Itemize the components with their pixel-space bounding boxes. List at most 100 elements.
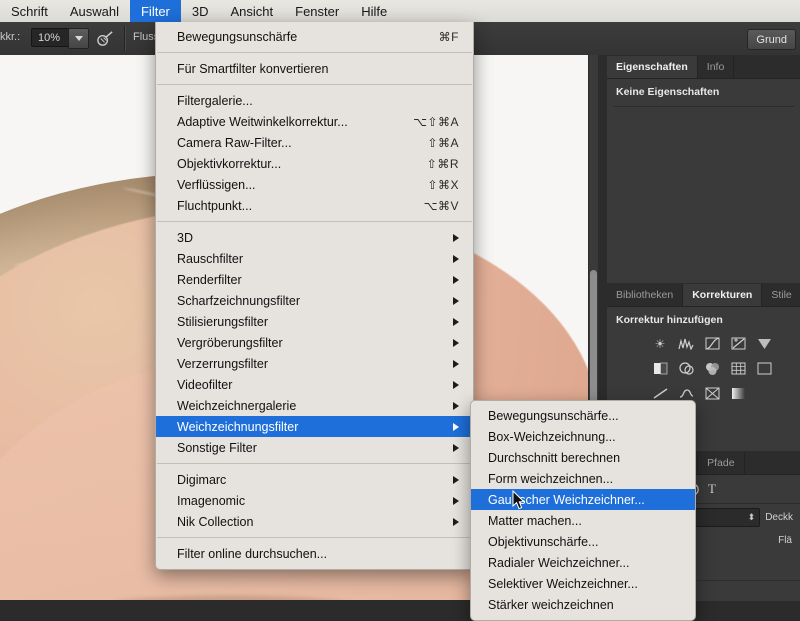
threshold-icon[interactable] [728,385,748,402]
black-white-icon[interactable] [702,360,722,377]
airbrush-icon[interactable] [96,29,115,48]
tab-pfade[interactable]: Pfade [698,452,745,474]
properties-empty-message: Keine Eigenschaften [616,86,720,98]
menubar-item-label: Ansicht [230,3,274,19]
submenu-item-matter-machen[interactable]: Matter machen... [471,510,695,531]
menu-item-scharfzeichnungsfilter[interactable]: Scharfzeichnungsfilter [156,290,473,311]
menu-item-fuer-smartfilter-konvertieren[interactable]: Für Smartfilter konvertieren [156,58,473,79]
menubar-item-label: 3D [191,3,209,19]
submenu-item-box-weichzeichnung[interactable]: Box-Weichzeichnung... [471,426,695,447]
menubar-item-auswahl[interactable]: Auswahl [59,0,130,22]
menu-item-adaptive-weitwinkelkorrektur[interactable]: Adaptive Weitwinkelkorrektur... ⌥⇧⌘A [156,111,473,132]
submenu-arrow-icon [453,401,459,410]
brightness-icon[interactable]: ☀ [650,335,670,352]
panel-divider [613,106,794,107]
menu-item-shortcut: ⇧⌘R [426,156,459,171]
menu-item-label: 3D [177,230,193,245]
menu-item-digimarc[interactable]: Digimarc [156,469,473,490]
menu-item-label: Verzerrungsfilter [177,356,269,371]
gradient-map-icon[interactable] [754,385,774,402]
channel-mixer-icon[interactable] [754,360,774,377]
submenu-item-objektivunschaerfe[interactable]: Objektivunschärfe... [471,531,695,552]
adjustments-tabstrip: Bibliotheken Korrekturen Stile [607,283,800,307]
submenu-item-staerker-weichzeichnen[interactable]: Stärker weichzeichnen [471,594,695,615]
menu-item-label: Videofilter [177,377,233,392]
posterize-icon[interactable] [702,385,722,402]
menu-item-rauschfilter[interactable]: Rauschfilter [156,248,473,269]
menu-item-videofilter[interactable]: Videofilter [156,374,473,395]
menubar-item-label: Filter [140,3,170,19]
submenu-item-label: Selektiver Weichzeichner... [488,576,638,591]
menu-item-weichzeichnergalerie[interactable]: Weichzeichnergalerie [156,395,473,416]
menubar-item-label: Hilfe [361,3,388,19]
menu-item-filter-online-durchsuchen[interactable]: Filter online durchsuchen... [156,543,473,564]
submenu-item-label: Box-Weichzeichnung... [488,429,616,444]
menu-item-filtergalerie[interactable]: Filtergalerie... [156,90,473,111]
menu-item-imagenomic[interactable]: Imagenomic [156,490,473,511]
hue-saturation-icon[interactable] [650,360,670,377]
tab-stile[interactable]: Stile [762,284,800,306]
macos-menubar: Schrift Auswahl Filter 3D Ansicht Fenste… [0,0,800,23]
vibrance-icon[interactable] [754,335,774,352]
menu-item-label: Scharfzeichnungsfilter [177,293,300,308]
exposure-icon[interactable] [728,335,748,352]
submenu-item-label: Matter machen... [488,513,582,528]
submenu-item-radialer-weichzeichner[interactable]: Radialer Weichzeichner... [471,552,695,573]
menubar-item-3d[interactable]: 3D [181,0,220,22]
submenu-item-durchschnitt-berechnen[interactable]: Durchschnitt berechnen [471,447,695,468]
menubar-item-label: Fenster [295,3,340,19]
menu-item-label: Filtergalerie... [177,93,253,108]
properties-panel: Eigenschaften Info Keine Eigenschaften [607,55,800,284]
menu-item-verfluessigen[interactable]: Verflüssigen... ⇧⌘X [156,174,473,195]
opacity-dropdown-arrow[interactable] [68,28,89,49]
menu-item-weichzeichnungsfilter[interactable]: Weichzeichnungsfilter [156,416,473,437]
menu-item-label: Weichzeichnergalerie [177,398,297,413]
filter-dropdown-menu[interactable]: Bewegungsunschärfe ⌘F Für Smartfilter ko… [155,22,474,570]
menubar-item-schrift[interactable]: Schrift [0,0,59,22]
submenu-arrow-icon [453,422,459,431]
menu-item-shortcut: ⌥⌘V [423,198,459,213]
text-layer-filter-icon[interactable]: T [708,481,716,497]
levels-icon[interactable] [676,335,696,352]
tab-korrekturen[interactable]: Korrekturen [683,284,763,306]
tab-bibliotheken[interactable]: Bibliotheken [607,284,684,306]
menu-item-label: Bewegungsunschärfe [177,29,298,44]
photo-filter-icon[interactable] [728,360,748,377]
mouse-cursor [512,489,525,510]
menubar-item-fenster[interactable]: Fenster [284,0,350,22]
submenu-item-selektiver-weichzeichner[interactable]: Selektiver Weichzeichner... [471,573,695,594]
menu-item-nik-collection[interactable]: Nik Collection [156,511,473,532]
menu-item-renderfilter[interactable]: Renderfilter [156,269,473,290]
curves-icon[interactable] [702,335,722,352]
menu-item-fluchtpunkt[interactable]: Fluchtpunkt... ⌥⌘V [156,195,473,216]
menu-item-camera-raw-filter[interactable]: Camera Raw-Filter... ⇧⌘A [156,132,473,153]
tab-info[interactable]: Info [697,56,735,78]
menu-item-label: Renderfilter [177,272,242,287]
menubar-item-filter[interactable]: Filter [129,0,181,22]
menu-item-sonstige-filter[interactable]: Sonstige Filter [156,437,473,458]
menu-item-bewegungsunschaerfe[interactable]: Bewegungsunschärfe ⌘F [156,26,473,47]
menubar-item-hilfe[interactable]: Hilfe [350,0,398,22]
submenu-item-label: Form weichzeichnen... [488,471,614,486]
menu-separator [157,463,472,464]
menubar-item-ansicht[interactable]: Ansicht [220,0,285,22]
menu-item-shortcut: ⇧⌘X [427,177,459,192]
weichzeichnungsfilter-submenu[interactable]: Bewegungsunschärfe... Box-Weichzeichnung… [470,400,696,621]
menu-item-verzerrungsfilter[interactable]: Verzerrungsfilter [156,353,473,374]
tab-eigenschaften[interactable]: Eigenschaften [607,56,698,78]
submenu-arrow-icon [453,475,459,484]
color-balance-icon[interactable] [676,360,696,377]
menu-item-stilisierungsfilter[interactable]: Stilisierungsfilter [156,311,473,332]
menu-item-label: Vergröberungsfilter [177,335,283,350]
opacity-input[interactable]: 10% [31,28,70,47]
canvas-vertical-scrollbar-thumb[interactable] [590,270,597,420]
menu-item-3d[interactable]: 3D [156,227,473,248]
menu-item-objektivkorrektur[interactable]: Objektivkorrektur... ⇧⌘R [156,153,473,174]
submenu-item-form-weichzeichnen[interactable]: Form weichzeichnen... [471,468,695,489]
workspace-switcher-button[interactable]: Grund [747,29,796,50]
menu-item-vergroeberungsfilter[interactable]: Vergröberungsfilter [156,332,473,353]
submenu-arrow-icon [453,380,459,389]
submenu-item-gaussscher-weichzeichner[interactable]: Gaußscher Weichzeichner... [471,489,695,510]
submenu-item-bewegungsunschaerfe[interactable]: Bewegungsunschärfe... [471,405,695,426]
opacity-label-layers: Deckk [765,512,793,523]
